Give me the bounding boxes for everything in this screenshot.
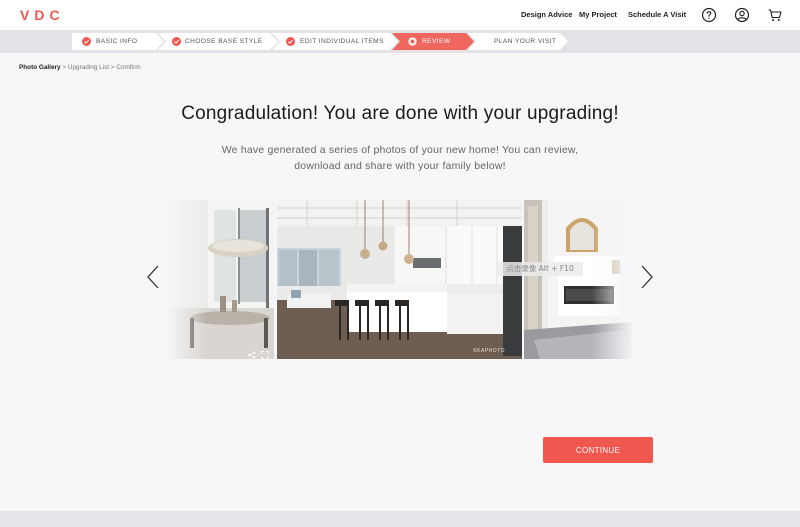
step-choose-base-style[interactable]: CHOOSE BASE STYLE [158,33,278,50]
check-icon [82,37,91,46]
nav-my-project[interactable]: My Project [579,10,617,19]
share-icon[interactable] [248,351,256,359]
breadcrumb-current: Comfirm [116,64,141,71]
step-plan-your-visit[interactable]: PLAN YOUR VISIT [468,33,568,50]
continue-button[interactable]: CONTINUE [543,437,653,463]
page-title: Congradulation! You are done with your u… [181,103,619,124]
progress-steps: BASIC INFO CHOOSE BASE STYLE EDIT INDIVI… [0,30,800,53]
kitchen-image [277,200,522,359]
breadcrumb: Photo Gallery > Upgrading List > Comfirm [19,64,141,71]
logo[interactable]: VDC [20,7,65,23]
photo-watermark: ©KAPHOTO [473,348,506,354]
chevron-right-icon[interactable] [640,264,654,290]
recording-hint-overlay: 点击录像 Alt + F10 [497,262,583,276]
user-circle-icon[interactable] [734,7,750,23]
step-review[interactable]: REVIEW [392,33,474,50]
step-basic-info[interactable]: BASIC INFO [72,33,164,50]
breadcrumb-separator: > [110,64,115,71]
chevron-left-icon[interactable] [146,264,160,290]
kitchen-photo[interactable] [277,200,522,359]
breadcrumb-separator: > [62,64,67,71]
nav-schedule-visit[interactable]: Schedule A Visit [628,10,686,19]
step-label: REVIEW [422,38,451,45]
breadcrumb-photo-gallery[interactable]: Photo Gallery [19,64,61,71]
step-label: PLAN YOUR VISIT [494,38,557,45]
step-label: CHOOSE BASE STYLE [185,38,263,45]
step-edit-individual-items[interactable]: EDIT INDIVIDUAL ITEMS [272,33,398,50]
carousel-fade-left [166,199,206,360]
footer [0,511,800,527]
step-label: BASIC INFO [96,38,138,45]
breadcrumb-upgrading-list[interactable]: Upgrading List [68,64,109,71]
photo-carousel: 点击录像 Alt + F10 ©KAPHOTO [140,199,660,360]
carousel-fade-right [592,199,634,360]
top-header: VDC Design Advice My Project Schedule A … [0,0,800,30]
cart-icon[interactable] [767,7,783,23]
help-circle-icon[interactable] [701,7,717,23]
step-label: EDIT INDIVIDUAL ITEMS [300,38,384,45]
expand-icon[interactable] [261,351,269,359]
check-icon [286,37,295,46]
page-subtitle: We have generated a series of photos of … [221,144,579,172]
check-icon [172,37,181,46]
active-step-icon [408,37,417,46]
nav-design-advice[interactable]: Design Advice [521,10,572,19]
